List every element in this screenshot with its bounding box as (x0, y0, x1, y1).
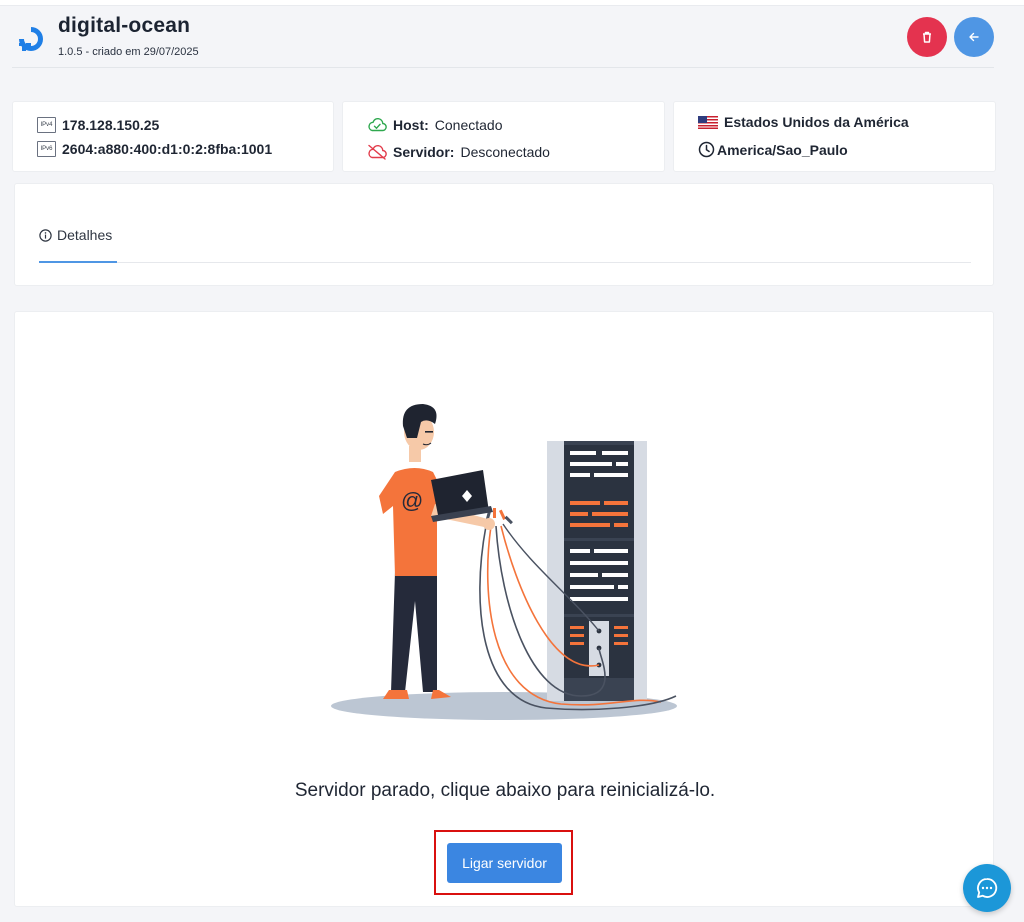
ipv4-tag: IPv4 (37, 117, 56, 133)
server-technician-illustration: @ (331, 404, 677, 720)
server-label: Servidor: (393, 144, 455, 160)
active-tab-indicator (39, 261, 117, 263)
server-status-value: Desconectado (460, 144, 550, 160)
host-status-value: Conectado (434, 117, 503, 133)
chat-icon (977, 878, 998, 898)
ipv6-address: 2604:a880:400:d1:0:2:8fba:1001 (62, 141, 273, 157)
version-created-date: 1.0.5 - criado em 29/07/2025 (58, 46, 199, 58)
tabs-card: Detalhes (14, 183, 994, 286)
ipv4-address: 178.128.150.25 (62, 117, 160, 133)
info-icon (39, 228, 52, 242)
clock-icon (698, 141, 715, 158)
us-flag-icon (698, 115, 718, 129)
ip-address-card: IPv4 178.128.150.25 IPv6 2604:a880:400:d… (12, 101, 334, 172)
location-card: Estados Unidos da América America/Sao_Pa… (673, 101, 996, 172)
back-button[interactable] (954, 17, 994, 57)
chat-button[interactable] (963, 864, 1011, 912)
ipv6-tag: IPv6 (37, 141, 56, 157)
timezone: America/Sao_Paulo (717, 141, 848, 158)
country-name: Estados Unidos da América (724, 114, 909, 130)
tab-detalhes-label: Detalhes (57, 227, 113, 243)
cloud-check-icon (368, 118, 387, 132)
tabs-divider (39, 262, 971, 263)
digitalocean-logo-icon (19, 27, 43, 51)
page-title: digital-ocean (58, 14, 191, 37)
cloud-off-icon (368, 144, 387, 160)
svg-text:@: @ (401, 488, 423, 513)
server-stopped-panel: @ Servidor parado, clique abaixo para re… (14, 311, 994, 907)
host-label: Host: (393, 117, 429, 133)
trash-icon (923, 31, 931, 43)
arrow-left-icon (969, 32, 979, 42)
tab-detalhes[interactable]: Detalhes (39, 227, 112, 243)
start-server-button[interactable]: Ligar servidor (447, 843, 562, 883)
top-bar (0, 0, 1024, 6)
delete-button[interactable] (907, 17, 947, 57)
connection-status-card: Host: Conectado Servidor: Desconectado (342, 101, 665, 172)
server-stopped-message: Servidor parado, clique abaixo para rein… (294, 780, 716, 801)
page-header: digital-ocean 1.0.5 - criado em 29/07/20… (12, 8, 994, 68)
